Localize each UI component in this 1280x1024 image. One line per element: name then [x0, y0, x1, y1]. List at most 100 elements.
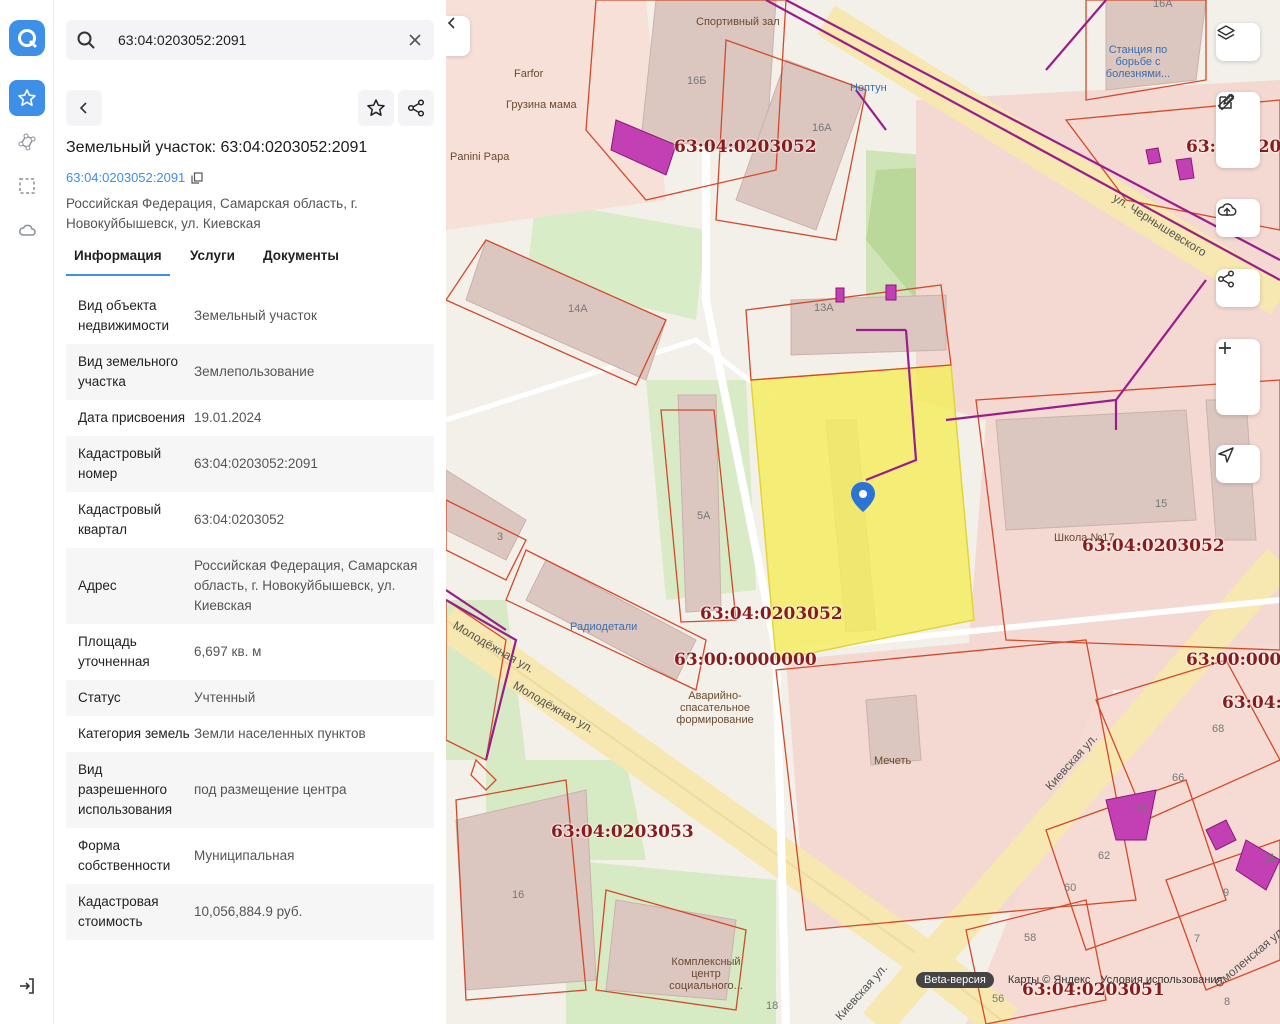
poi-panini[interactable]: Panini Papa [450, 151, 509, 163]
info-row-value: 6,697 кв. м [194, 644, 262, 659]
layers-icon[interactable] [1216, 23, 1260, 61]
building-number: 18 [766, 1000, 779, 1012]
building-number: 9 [1223, 887, 1230, 899]
share-icon[interactable] [1216, 269, 1260, 307]
search-input[interactable]: 63:04:0203052:2091 [118, 32, 246, 48]
info-row: Адрес Российская Федерация, Самарская обл… [66, 548, 434, 624]
parcel-label-4: 63:04:0203053 [551, 822, 694, 842]
info-row-value: 63:04:0203052:2091 [194, 456, 318, 471]
info-row: Кадастровый номер 63:04:0203052:2091 [66, 436, 434, 492]
building-number: 58 [1024, 932, 1037, 944]
info-table: Вид объекта недвижимости Земельный участо… [66, 288, 434, 940]
parcel-address: Российская Федерация, Самарская область,… [66, 196, 358, 231]
favorites-star-icon[interactable] [9, 80, 45, 116]
map-view[interactable]: 63:04:0203052 63:04:0203052 63:04:020305… [446, 0, 1280, 1024]
tab-documents[interactable]: Документы [263, 248, 339, 263]
tab-info[interactable]: Информация [66, 248, 170, 276]
building-number: 56 [992, 993, 1005, 1005]
star-icon [367, 99, 385, 116]
info-row-value: Российская Федерация, Самарская область,… [194, 558, 418, 613]
info-row: Площадь уточненная 6,697 кв. м [66, 624, 434, 680]
info-row-value: Муниципальная [194, 848, 295, 863]
polygon-tool-icon[interactable] [9, 124, 45, 160]
info-row: Категория земель Земли населенных пунктов [66, 716, 434, 752]
info-row-label: Форма собственности [78, 838, 171, 873]
parcel-label-3: 63:04:0203052 [700, 604, 843, 624]
info-row: Вид объекта недвижимости Земельный участо… [66, 288, 434, 344]
poi-mosque[interactable]: Мечеть [874, 755, 911, 767]
info-row-value: Землепользование [194, 364, 315, 379]
info-row-label: Вид разрешенного использования [78, 762, 173, 817]
poi-sport[interactable]: Спортивный зал [696, 16, 780, 28]
poi-social[interactable]: Комплексный центр социального... [666, 956, 746, 992]
info-row-value: Земельный участок [194, 308, 317, 323]
favorite-button[interactable] [358, 90, 394, 126]
terms-link[interactable]: Условия использования [1100, 974, 1222, 986]
building-number: 64 [1134, 803, 1147, 815]
cadastral-number-link[interactable]: 63:04:0203052:2091 [66, 170, 203, 185]
building-number: 3 [497, 531, 504, 543]
building-number: 16А [812, 122, 832, 134]
layers-control[interactable] [1216, 23, 1260, 61]
building-number: 14А [568, 303, 588, 315]
info-row-label: Кадастровый номер [78, 446, 162, 481]
building-number: 16Б [687, 75, 707, 87]
collapse-panel-button[interactable] [446, 16, 470, 56]
poi-farfor[interactable]: Farfor [514, 68, 543, 80]
search-bar[interactable]: 63:04:0203052:2091 [66, 20, 434, 60]
geolocation-control[interactable] [1216, 445, 1260, 483]
edit-icon[interactable] [1216, 93, 1260, 168]
map-canvas[interactable] [446, 0, 1280, 1024]
info-row: Вид разрешенного использования под размещ… [66, 752, 434, 828]
upload-cloud-icon[interactable] [1216, 199, 1260, 237]
poi-station[interactable]: Станция по борьбе с болезнями... [1096, 44, 1180, 80]
zoom-control [1216, 339, 1260, 415]
selection-area-icon[interactable] [9, 168, 45, 204]
info-row: Кадастровый квартал 63:04:0203052 [66, 492, 434, 548]
info-row-label: Кадастровый квартал [78, 502, 162, 537]
app-logo-icon[interactable] [9, 20, 45, 56]
share-button[interactable] [398, 90, 434, 126]
back-button[interactable] [66, 90, 102, 126]
upload-control[interactable] [1216, 199, 1260, 237]
chevron-left-icon [79, 102, 87, 114]
building-number: 13А [814, 302, 834, 314]
poi-school[interactable]: Школа №17 [1054, 532, 1115, 544]
info-row-label: Вид объекта недвижимости [78, 298, 170, 333]
info-row-value: 10,056,884.9 руб. [194, 904, 303, 919]
tab-services[interactable]: Услуги [190, 248, 235, 263]
parcel-label-8: 63:04: [1222, 693, 1280, 713]
building-number: 11 [1264, 852, 1276, 864]
poi-gruzina[interactable]: Грузина мама [506, 99, 577, 111]
poi-neptun[interactable]: Нептун [850, 82, 887, 94]
poi-rescue[interactable]: Аварийно-спасательное формирование [672, 690, 758, 726]
cadastral-number-text[interactable]: 63:04:0203052:2091 [66, 170, 185, 185]
cloud-icon[interactable] [9, 212, 45, 248]
info-row-label: Кадастровая стоимость [78, 894, 159, 929]
building-number: 16 [512, 889, 525, 901]
copy-icon[interactable] [191, 171, 203, 184]
poi-radio[interactable]: Радиодетали [570, 621, 637, 633]
clear-search-icon[interactable] [406, 31, 424, 54]
beta-badge: Beta-версия [916, 972, 994, 988]
info-row: Дата присвоения 19.01.2024 [66, 400, 434, 436]
info-row: Статус Учтенный [66, 680, 434, 716]
minus-icon [1219, 347, 1231, 349]
info-row-value: под размещение центра [194, 782, 347, 797]
building-number: 8 [1224, 996, 1231, 1008]
logout-icon[interactable] [9, 968, 45, 1004]
parcel-label-6: 63:00:0000000 [1186, 650, 1280, 670]
copyright-text[interactable]: Карты © Яндекс [1008, 974, 1091, 986]
left-rail [0, 0, 54, 1024]
info-row-label: Дата присвоения [78, 410, 186, 425]
info-row-label: Категория земель [78, 726, 190, 741]
zoom-out-button[interactable] [1216, 347, 1260, 415]
building-number: 5А [697, 510, 711, 522]
building-number: 15 [1155, 498, 1168, 510]
map-share-control[interactable] [1216, 269, 1260, 307]
navigation-arrow-icon[interactable] [1216, 445, 1260, 483]
info-row: Форма собственности Муниципальная [66, 828, 434, 884]
info-row-label: Адрес [78, 578, 117, 593]
building-number: 66 [1172, 772, 1185, 784]
parcel-label-1: 63:04:0203052 [674, 137, 817, 157]
